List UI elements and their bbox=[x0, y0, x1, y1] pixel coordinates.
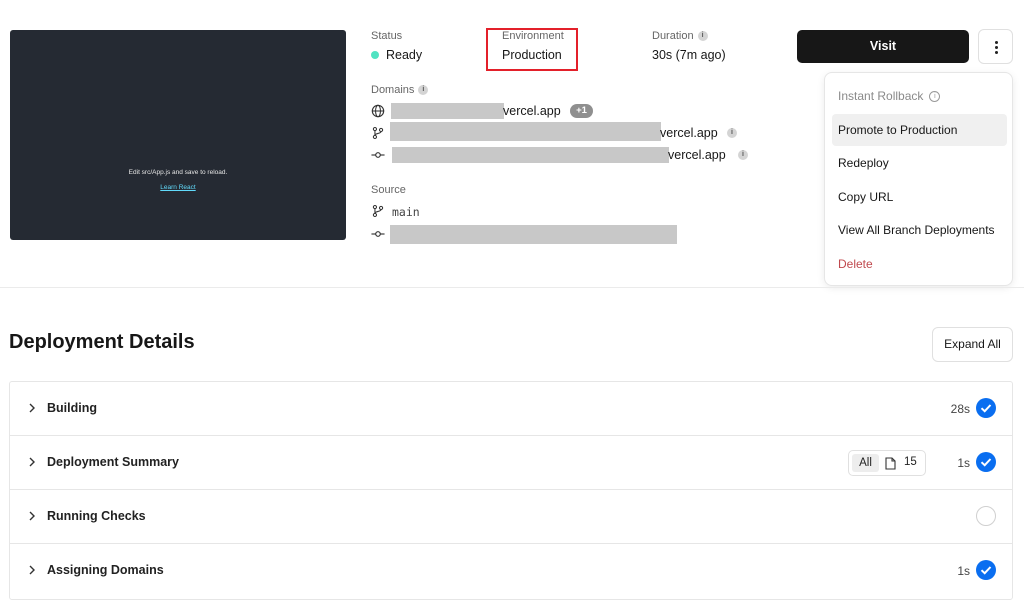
info-icon[interactable]: i bbox=[738, 150, 748, 160]
menu-item-instant-rollback[interactable]: Instant Rollback i bbox=[832, 80, 1007, 112]
section-title: Deployment Details bbox=[9, 331, 195, 353]
file-count: 15 bbox=[904, 456, 917, 468]
domain-count-badge[interactable]: +1 bbox=[570, 104, 593, 118]
duration-label-text: Duration bbox=[652, 30, 694, 42]
details-row-time: 28s bbox=[950, 402, 970, 416]
info-icon[interactable]: i bbox=[697, 31, 708, 42]
info-icon[interactable]: i bbox=[727, 128, 737, 138]
redacted-domain bbox=[391, 103, 504, 119]
pending-circle-icon bbox=[976, 506, 996, 526]
check-circle-icon bbox=[976, 452, 996, 472]
redacted-domain bbox=[392, 147, 669, 163]
domains-label-text: Domains bbox=[371, 84, 415, 96]
details-row-time: 1s bbox=[957, 456, 970, 470]
domains-label: Domains i bbox=[371, 84, 429, 96]
duration-value: 30s (7m ago) bbox=[652, 48, 726, 62]
status-dot bbox=[371, 51, 379, 59]
check-circle-icon bbox=[976, 398, 996, 418]
chevron-right-icon bbox=[29, 457, 35, 467]
environment-highlight bbox=[486, 28, 578, 71]
details-row-assigning-domains[interactable]: Assigning Domains 1s bbox=[10, 544, 1012, 598]
redacted-domain bbox=[390, 122, 661, 141]
menu-item-label: Instant Rollback bbox=[838, 89, 924, 103]
git-branch-icon bbox=[372, 204, 384, 218]
visit-button[interactable]: Visit bbox=[797, 30, 969, 63]
menu-item-view-all-branch-deployments[interactable]: View All Branch Deployments bbox=[832, 214, 1007, 246]
preview-text: Edit src/App.js and save to reload. bbox=[128, 169, 228, 176]
menu-item-delete[interactable]: Delete bbox=[832, 248, 1007, 280]
check-circle-icon bbox=[976, 560, 996, 580]
deployment-preview[interactable]: Edit src/App.js and save to reload. Lear… bbox=[10, 30, 346, 240]
source-branch[interactable]: main bbox=[392, 205, 420, 219]
source-label: Source bbox=[371, 184, 406, 196]
files-filter[interactable]: All 15 bbox=[848, 450, 926, 476]
menu-item-copy-url[interactable]: Copy URL bbox=[832, 181, 1007, 213]
status-value: Ready bbox=[386, 48, 423, 62]
details-row-label: Building bbox=[47, 401, 97, 415]
details-row-running-checks[interactable]: Running Checks bbox=[10, 490, 1012, 544]
details-row-time: 1s bbox=[957, 564, 970, 578]
status-label: Status bbox=[371, 30, 403, 42]
menu-item-promote-to-production[interactable]: Promote to Production bbox=[832, 114, 1007, 146]
details-row-deployment-summary[interactable]: Deployment Summary All 15 1s bbox=[10, 436, 1012, 490]
domain-link-3[interactable]: vercel.app bbox=[668, 148, 726, 162]
deployment-details-list: Building 28s Deployment Summary All 15 1… bbox=[9, 381, 1013, 600]
chevron-right-icon bbox=[29, 565, 35, 575]
chevron-right-icon bbox=[29, 511, 35, 521]
filter-all-button[interactable]: All bbox=[852, 454, 879, 472]
menu-item-redeploy[interactable]: Redeploy bbox=[832, 147, 1007, 179]
info-icon[interactable]: i bbox=[418, 85, 429, 96]
file-icon bbox=[885, 457, 896, 470]
section-divider bbox=[0, 287, 1024, 288]
domain-link-1[interactable]: vercel.app bbox=[503, 104, 561, 118]
git-commit-icon bbox=[371, 231, 385, 237]
details-row-label: Deployment Summary bbox=[47, 455, 179, 469]
git-commit-icon bbox=[371, 152, 385, 158]
expand-all-button[interactable]: Expand All bbox=[932, 327, 1013, 362]
redacted-commit bbox=[390, 225, 677, 244]
preview-link: Learn React bbox=[160, 184, 196, 191]
git-branch-icon bbox=[372, 126, 384, 140]
details-row-label: Assigning Domains bbox=[47, 563, 164, 577]
domain-link-2[interactable]: vercel.app bbox=[660, 126, 718, 140]
details-row-building[interactable]: Building 28s bbox=[10, 382, 1012, 436]
details-row-label: Running Checks bbox=[47, 509, 146, 523]
chevron-right-icon bbox=[29, 403, 35, 413]
globe-icon bbox=[371, 104, 385, 118]
info-icon: i bbox=[929, 91, 941, 103]
duration-label: Duration i bbox=[652, 30, 708, 42]
deployment-actions-menu: Instant Rollback i Promote to Production … bbox=[824, 72, 1013, 286]
more-options-button[interactable] bbox=[978, 29, 1013, 64]
